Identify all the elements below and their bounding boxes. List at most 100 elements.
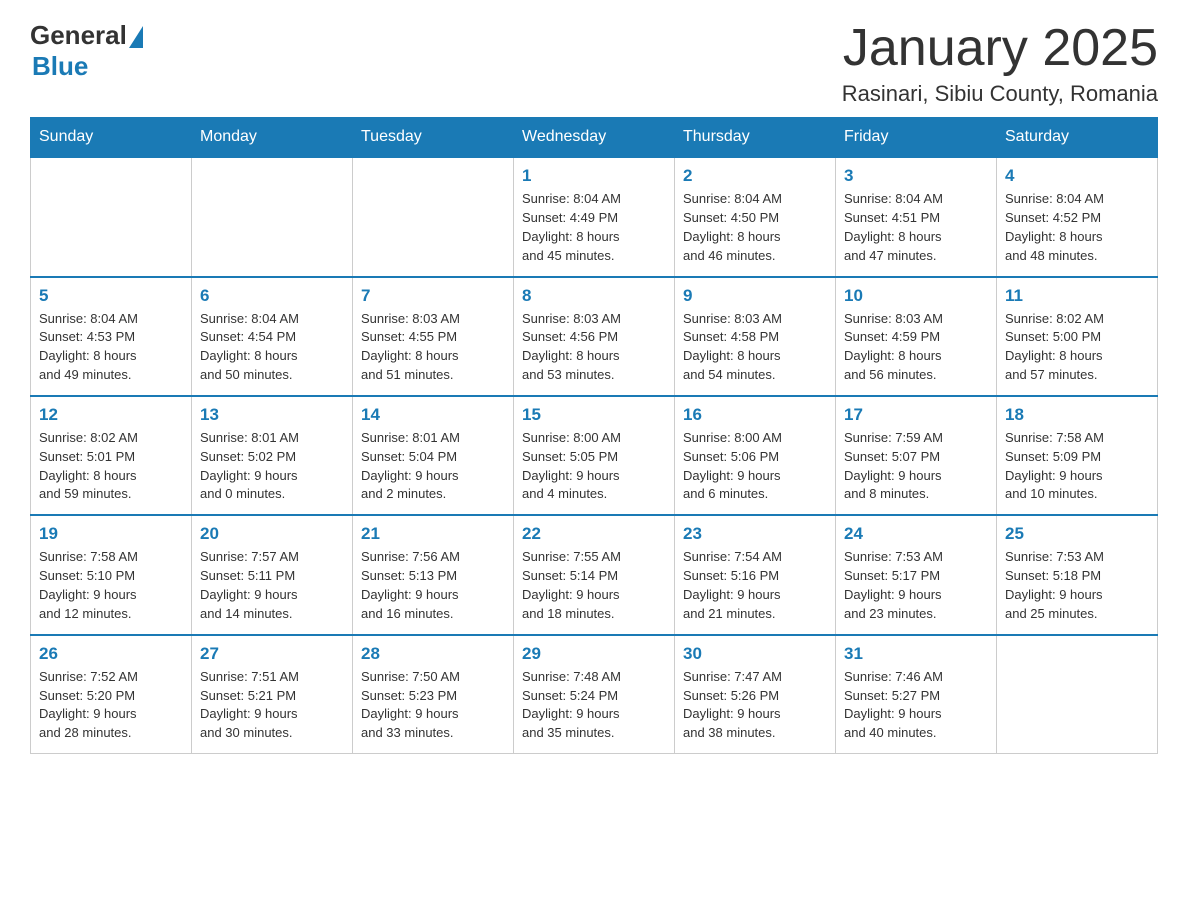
calendar-header-tuesday: Tuesday xyxy=(353,118,514,158)
calendar-cell: 30 Sunrise: 7:47 AM Sunset: 5:26 PM Dayli… xyxy=(675,635,836,754)
calendar-cell: 5Sunrise: 8:04 AM Sunset: 4:53 PM Daylig… xyxy=(31,277,192,396)
day-info: Sunrise: 8:04 AM Sunset: 4:50 PM Dayligh… xyxy=(683,190,827,265)
day-info: Sunrise: 8:04 AM Sunset: 4:52 PM Dayligh… xyxy=(1005,190,1149,265)
day-info: Sunrise: 7:58 AM Sunset: 5:09 PM Dayligh… xyxy=(1005,429,1149,504)
calendar-cell: 21 Sunrise: 7:56 AM Sunset: 5:13 PM Dayli… xyxy=(353,515,514,634)
calendar-cell: 6 Sunrise: 8:04 AM Sunset: 4:54 PM Daylig… xyxy=(192,277,353,396)
calendar-cell xyxy=(192,157,353,276)
calendar-table: SundayMondayTuesdayWednesdayThursdayFrid… xyxy=(30,117,1158,754)
calendar-header-friday: Friday xyxy=(836,118,997,158)
calendar-cell: 2 Sunrise: 8:04 AM Sunset: 4:50 PM Daylig… xyxy=(675,157,836,276)
calendar-cell: 11 Sunrise: 8:02 AM Sunset: 5:00 PM Dayli… xyxy=(997,277,1158,396)
calendar-cell: 9 Sunrise: 8:03 AM Sunset: 4:58 PM Daylig… xyxy=(675,277,836,396)
week-row-3: 12 Sunrise: 8:02 AM Sunset: 5:01 PM Dayli… xyxy=(31,396,1158,515)
calendar-cell: 12 Sunrise: 8:02 AM Sunset: 5:01 PM Dayli… xyxy=(31,396,192,515)
day-number: 16 xyxy=(683,405,827,425)
calendar-cell: 14 Sunrise: 8:01 AM Sunset: 5:04 PM Dayli… xyxy=(353,396,514,515)
logo-triangle-icon xyxy=(129,26,143,48)
week-row-2: 5Sunrise: 8:04 AM Sunset: 4:53 PM Daylig… xyxy=(31,277,1158,396)
calendar-cell: 25Sunrise: 7:53 AM Sunset: 5:18 PM Dayli… xyxy=(997,515,1158,634)
month-title: January 2025 xyxy=(842,20,1158,77)
calendar-cell: 29Sunrise: 7:48 AM Sunset: 5:24 PM Dayli… xyxy=(514,635,675,754)
day-info: Sunrise: 8:04 AM Sunset: 4:54 PM Dayligh… xyxy=(200,310,344,385)
day-info: Sunrise: 7:58 AM Sunset: 5:10 PM Dayligh… xyxy=(39,548,183,623)
day-number: 2 xyxy=(683,166,827,186)
calendar-cell xyxy=(353,157,514,276)
calendar-cell: 15Sunrise: 8:00 AM Sunset: 5:05 PM Dayli… xyxy=(514,396,675,515)
day-info: Sunrise: 7:56 AM Sunset: 5:13 PM Dayligh… xyxy=(361,548,505,623)
day-info: Sunrise: 7:54 AM Sunset: 5:16 PM Dayligh… xyxy=(683,548,827,623)
day-number: 11 xyxy=(1005,286,1149,306)
day-number: 19 xyxy=(39,524,183,544)
calendar-header-wednesday: Wednesday xyxy=(514,118,675,158)
calendar-cell: 3 Sunrise: 8:04 AM Sunset: 4:51 PM Daylig… xyxy=(836,157,997,276)
day-info: Sunrise: 8:03 AM Sunset: 4:58 PM Dayligh… xyxy=(683,310,827,385)
day-number: 12 xyxy=(39,405,183,425)
day-info: Sunrise: 8:02 AM Sunset: 5:01 PM Dayligh… xyxy=(39,429,183,504)
calendar-cell: 10 Sunrise: 8:03 AM Sunset: 4:59 PM Dayli… xyxy=(836,277,997,396)
day-info: Sunrise: 8:01 AM Sunset: 5:02 PM Dayligh… xyxy=(200,429,344,504)
calendar-cell: 31 Sunrise: 7:46 AM Sunset: 5:27 PM Dayli… xyxy=(836,635,997,754)
calendar-cell: 24Sunrise: 7:53 AM Sunset: 5:17 PM Dayli… xyxy=(836,515,997,634)
day-info: Sunrise: 7:47 AM Sunset: 5:26 PM Dayligh… xyxy=(683,668,827,743)
calendar-cell: 28Sunrise: 7:50 AM Sunset: 5:23 PM Dayli… xyxy=(353,635,514,754)
day-info: Sunrise: 8:00 AM Sunset: 5:06 PM Dayligh… xyxy=(683,429,827,504)
calendar-cell: 17Sunrise: 7:59 AM Sunset: 5:07 PM Dayli… xyxy=(836,396,997,515)
day-info: Sunrise: 8:04 AM Sunset: 4:51 PM Dayligh… xyxy=(844,190,988,265)
page-header: General Blue January 2025 Rasinari, Sibi… xyxy=(30,20,1158,107)
day-info: Sunrise: 7:59 AM Sunset: 5:07 PM Dayligh… xyxy=(844,429,988,504)
day-info: Sunrise: 7:51 AM Sunset: 5:21 PM Dayligh… xyxy=(200,668,344,743)
day-number: 4 xyxy=(1005,166,1149,186)
calendar-header-sunday: Sunday xyxy=(31,118,192,158)
calendar-cell: 18 Sunrise: 7:58 AM Sunset: 5:09 PM Dayli… xyxy=(997,396,1158,515)
location-title: Rasinari, Sibiu County, Romania xyxy=(842,81,1158,107)
day-info: Sunrise: 8:02 AM Sunset: 5:00 PM Dayligh… xyxy=(1005,310,1149,385)
logo: General Blue xyxy=(30,20,143,82)
day-number: 8 xyxy=(522,286,666,306)
day-info: Sunrise: 8:01 AM Sunset: 5:04 PM Dayligh… xyxy=(361,429,505,504)
week-row-4: 19 Sunrise: 7:58 AM Sunset: 5:10 PM Dayli… xyxy=(31,515,1158,634)
calendar-header-monday: Monday xyxy=(192,118,353,158)
calendar-header-saturday: Saturday xyxy=(997,118,1158,158)
calendar-cell: 13 Sunrise: 8:01 AM Sunset: 5:02 PM Dayli… xyxy=(192,396,353,515)
calendar-header-row: SundayMondayTuesdayWednesdayThursdayFrid… xyxy=(31,118,1158,158)
day-number: 9 xyxy=(683,286,827,306)
day-number: 21 xyxy=(361,524,505,544)
day-number: 6 xyxy=(200,286,344,306)
calendar-cell: 27 Sunrise: 7:51 AM Sunset: 5:21 PM Dayli… xyxy=(192,635,353,754)
calendar-cell: 20Sunrise: 7:57 AM Sunset: 5:11 PM Dayli… xyxy=(192,515,353,634)
day-number: 25 xyxy=(1005,524,1149,544)
day-number: 31 xyxy=(844,644,988,664)
day-info: Sunrise: 7:46 AM Sunset: 5:27 PM Dayligh… xyxy=(844,668,988,743)
calendar-header-thursday: Thursday xyxy=(675,118,836,158)
day-info: Sunrise: 7:52 AM Sunset: 5:20 PM Dayligh… xyxy=(39,668,183,743)
day-number: 7 xyxy=(361,286,505,306)
day-number: 27 xyxy=(200,644,344,664)
day-number: 10 xyxy=(844,286,988,306)
day-number: 26 xyxy=(39,644,183,664)
calendar-cell: 7 Sunrise: 8:03 AM Sunset: 4:55 PM Daylig… xyxy=(353,277,514,396)
day-info: Sunrise: 7:55 AM Sunset: 5:14 PM Dayligh… xyxy=(522,548,666,623)
day-number: 13 xyxy=(200,405,344,425)
calendar-cell: 19 Sunrise: 7:58 AM Sunset: 5:10 PM Dayli… xyxy=(31,515,192,634)
day-info: Sunrise: 7:57 AM Sunset: 5:11 PM Dayligh… xyxy=(200,548,344,623)
calendar-cell: 23 Sunrise: 7:54 AM Sunset: 5:16 PM Dayli… xyxy=(675,515,836,634)
calendar-cell: 8 Sunrise: 8:03 AM Sunset: 4:56 PM Daylig… xyxy=(514,277,675,396)
logo-general-text: General xyxy=(30,20,127,51)
day-info: Sunrise: 8:03 AM Sunset: 4:55 PM Dayligh… xyxy=(361,310,505,385)
day-number: 29 xyxy=(522,644,666,664)
day-number: 3 xyxy=(844,166,988,186)
day-number: 23 xyxy=(683,524,827,544)
week-row-1: 1Sunrise: 8:04 AM Sunset: 4:49 PM Daylig… xyxy=(31,157,1158,276)
day-number: 30 xyxy=(683,644,827,664)
day-number: 22 xyxy=(522,524,666,544)
calendar-cell: 22 Sunrise: 7:55 AM Sunset: 5:14 PM Dayli… xyxy=(514,515,675,634)
calendar-cell xyxy=(997,635,1158,754)
day-info: Sunrise: 8:03 AM Sunset: 4:59 PM Dayligh… xyxy=(844,310,988,385)
day-info: Sunrise: 8:03 AM Sunset: 4:56 PM Dayligh… xyxy=(522,310,666,385)
day-number: 14 xyxy=(361,405,505,425)
logo-blue-text: Blue xyxy=(32,51,88,82)
day-number: 18 xyxy=(1005,405,1149,425)
calendar-cell: 1Sunrise: 8:04 AM Sunset: 4:49 PM Daylig… xyxy=(514,157,675,276)
day-info: Sunrise: 8:00 AM Sunset: 5:05 PM Dayligh… xyxy=(522,429,666,504)
